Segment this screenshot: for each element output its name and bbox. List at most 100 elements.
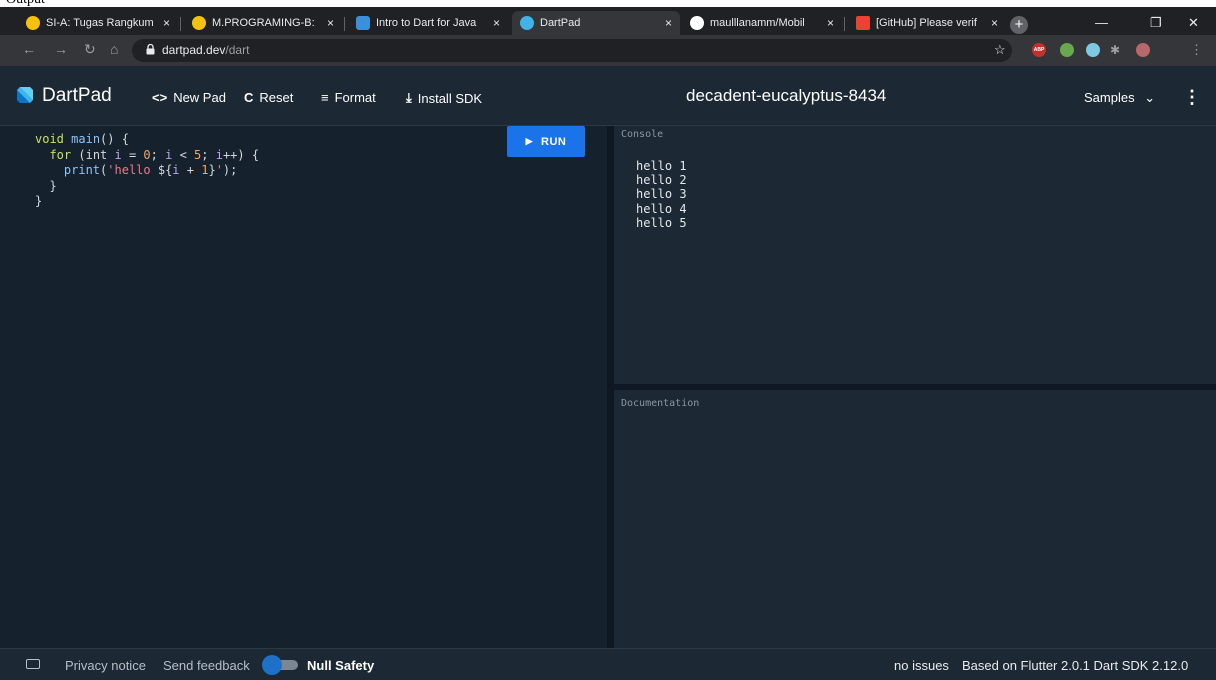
dartpad-favicon-icon	[520, 16, 534, 30]
reset-icon: C	[244, 90, 254, 105]
console-label: Console	[621, 129, 664, 140]
code-token: (int	[71, 147, 115, 162]
tab-close-icon[interactable]: ×	[665, 16, 672, 30]
code-token: () {	[100, 132, 129, 146]
code-token: }	[49, 178, 57, 193]
new-pad-button[interactable]: <> New Pad	[152, 90, 226, 105]
tab-title: [GitHub] Please verif	[876, 17, 977, 29]
extension-gear-icon[interactable]	[1086, 43, 1100, 57]
tab-close-icon[interactable]: ×	[827, 16, 834, 30]
app-title: DartPad	[42, 85, 112, 106]
tab-title: Intro to Dart for Java	[376, 17, 477, 29]
forward-arrow-icon[interactable]: →	[54, 41, 68, 57]
restore-window-button[interactable]: ❐	[1150, 15, 1162, 31]
adblock-extension-icon[interactable]: ABP	[1032, 43, 1046, 57]
browser-tab[interactable]: [GitHub] Please verif ×	[848, 11, 1006, 35]
gmail-favicon-icon	[856, 16, 870, 30]
new-tab-button[interactable]: +	[1010, 16, 1028, 34]
browser-tab[interactable]: maulllanamm/Mobil ×	[682, 11, 842, 35]
bookmark-star-icon[interactable]: ☆	[994, 42, 1006, 58]
page-top-strip: Output	[0, 0, 1216, 7]
browser-tab[interactable]: Intro to Dart for Java ×	[348, 11, 508, 35]
minimize-window-button[interactable]: —	[1095, 15, 1108, 30]
tab-title: DartPad	[540, 17, 581, 29]
console-panel: Console hello 1 hello 2 hello 3 hello 4 …	[614, 126, 1216, 384]
code-token: ++) {	[222, 147, 260, 162]
code-token: 0	[143, 147, 151, 162]
extensions-puzzle-icon[interactable]: ✱	[1110, 43, 1124, 57]
code-token: ${	[157, 163, 173, 177]
run-button[interactable]: ▶ RUN	[507, 126, 585, 157]
tab-favicon-icon	[356, 16, 370, 30]
play-icon: ▶	[525, 136, 534, 146]
browser-toolbar: ← → ↻ ⌂ dartpad.dev/dart ☆ ABP ✱ ⋮	[0, 35, 1216, 66]
vertical-splitter[interactable]	[607, 126, 614, 648]
code-token: <	[172, 147, 195, 162]
url-path: /dart	[225, 43, 250, 57]
code-token: =	[121, 147, 144, 162]
status-footer: Privacy notice Send feedback Null Safety…	[0, 648, 1216, 680]
new-pad-label: New Pad	[173, 90, 226, 105]
code-token: );	[222, 163, 238, 177]
home-icon[interactable]: ⌂	[110, 41, 118, 57]
browser-tab[interactable]: M.PROGRAMING-B: ×	[184, 11, 342, 35]
format-button[interactable]: ≡ Format	[321, 90, 376, 105]
null-safety-toggle[interactable]	[262, 655, 298, 675]
tab-separator	[844, 17, 845, 31]
code-token: }	[208, 163, 216, 177]
tab-close-icon[interactable]: ×	[493, 16, 500, 30]
tab-title: maulllanamm/Mobil	[710, 17, 805, 29]
samples-label: Samples	[1084, 90, 1135, 105]
chevron-down-icon: ⌄	[1144, 90, 1156, 105]
code-brackets-icon: <>	[152, 90, 168, 105]
address-bar[interactable]: dartpad.dev/dart	[132, 39, 1012, 62]
send-feedback-link[interactable]: Send feedback	[163, 658, 250, 673]
tab-favicon-icon	[192, 16, 206, 30]
download-icon: ⤓	[406, 90, 412, 105]
extension-icon[interactable]	[1060, 43, 1074, 57]
samples-dropdown[interactable]: Samples ⌄	[1084, 90, 1155, 106]
console-line: hello 1	[636, 159, 687, 173]
code-token: i	[215, 147, 223, 162]
console-line: hello 4	[636, 201, 687, 216]
code-token: i	[172, 163, 180, 177]
keyboard-icon[interactable]	[26, 659, 40, 669]
code-token: ;	[201, 147, 216, 162]
browser-tab[interactable]: SI-A: Tugas Rangkum ×	[18, 11, 178, 35]
reload-icon[interactable]: ↻	[84, 41, 96, 58]
reset-button[interactable]: C Reset	[244, 90, 293, 105]
profile-avatar[interactable]	[1136, 43, 1150, 57]
toggle-thumb	[262, 655, 282, 675]
back-arrow-icon[interactable]: ←	[22, 41, 36, 57]
code-token: ;	[150, 147, 166, 162]
console-output: hello 1 hello 2 hello 3 hello 4 hello 5	[636, 159, 687, 230]
code-editor[interactable]: void main() { for (int i = 0; i < 5; i++…	[0, 126, 607, 648]
tab-close-icon[interactable]: ×	[163, 16, 170, 30]
sdk-version-text: Based on Flutter 2.0.1 Dart SDK 2.12.0	[962, 658, 1189, 673]
lock-icon	[146, 44, 155, 55]
code-token: print	[63, 163, 101, 177]
code-token: +	[179, 163, 202, 177]
code-token: '	[215, 163, 223, 177]
console-line: hello 2	[636, 173, 687, 188]
run-label: RUN	[541, 135, 567, 148]
install-sdk-button[interactable]: ⤓ Install SDK	[406, 90, 482, 106]
format-label: Format	[334, 90, 376, 105]
tab-close-icon[interactable]: ×	[327, 16, 334, 30]
dart-logo-icon	[17, 87, 33, 103]
tab-title: M.PROGRAMING-B:	[212, 17, 315, 29]
console-line: hello 5	[636, 215, 687, 230]
privacy-notice-link[interactable]: Privacy notice	[65, 658, 146, 673]
tab-close-icon[interactable]: ×	[991, 16, 998, 30]
browser-menu-icon[interactable]: ⋮	[1190, 42, 1203, 58]
tab-separator	[344, 17, 345, 31]
github-favicon-icon	[690, 16, 704, 30]
dartpad-header: DartPad <> New Pad C Reset ≡ Format ⤓ In…	[0, 66, 1216, 126]
close-window-button[interactable]: ✕	[1188, 15, 1199, 31]
analysis-status: no issues	[894, 658, 949, 673]
code-token: }	[35, 194, 43, 208]
browser-tab-active[interactable]: DartPad ×	[512, 11, 680, 35]
browser-tab-bar: SI-A: Tugas Rangkum × M.PROGRAMING-B: × …	[0, 7, 1216, 35]
more-options-icon[interactable]: ⋮	[1183, 87, 1201, 108]
code-text[interactable]: void main() { for (int i = 0; i < 5; i++…	[35, 132, 259, 210]
